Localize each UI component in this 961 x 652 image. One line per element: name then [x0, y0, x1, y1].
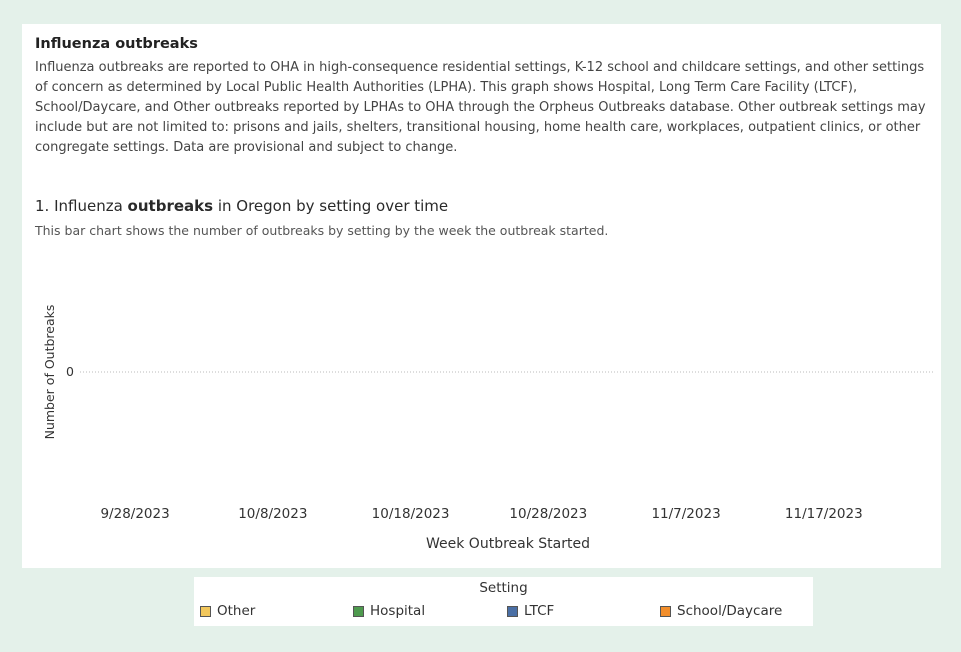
legend-swatch-ltcf: [507, 605, 518, 617]
y-tick-label-0: 0: [66, 364, 74, 379]
legend-swatch-other: [200, 605, 211, 617]
legend-item-ltcf[interactable]: LTCF: [507, 603, 554, 619]
y-axis-label: Number of Outbreaks: [42, 305, 57, 440]
x-axis-label: Week Outbreak Started: [426, 536, 590, 552]
x-tick-label-5: 11/17/2023: [785, 506, 863, 522]
x-tick-label-4: 11/7/2023: [651, 506, 720, 522]
legend-label-ltcf: LTCF: [524, 603, 555, 619]
x-tick-labels: 9/28/2023 10/8/2023 10/18/2023 10/28/2023 11…: [100, 506, 862, 522]
legend-title: Setting: [479, 580, 528, 596]
x-tick-label-0: 9/28/2023: [100, 506, 169, 522]
y-tick-labels: 0: [66, 364, 74, 379]
legend-item-hospital[interactable]: Hospital: [353, 603, 425, 619]
outbreak-bar-chart: 9/28/2023 10/8/2023 10/18/2023 10/28/2023 11…: [42, 305, 934, 552]
legend: Setting Other Hospital LTCF School/Dayca…: [194, 577, 813, 626]
legend-swatch-school-daycare: [660, 605, 671, 617]
x-tick-label-3: 10/28/2023: [509, 506, 587, 522]
legend-label-school-daycare: School/Daycare: [677, 603, 783, 619]
legend-item-other[interactable]: Other: [200, 603, 255, 619]
x-tick-label-1: 10/8/2023: [238, 506, 307, 522]
legend-label-hospital: Hospital: [370, 603, 426, 619]
legend-swatch-hospital: [353, 605, 364, 617]
legend-label-other: Other: [217, 603, 256, 619]
legend-item-school-daycare[interactable]: School/Daycare: [660, 603, 782, 619]
x-tick-label-2: 10/18/2023: [372, 506, 450, 522]
